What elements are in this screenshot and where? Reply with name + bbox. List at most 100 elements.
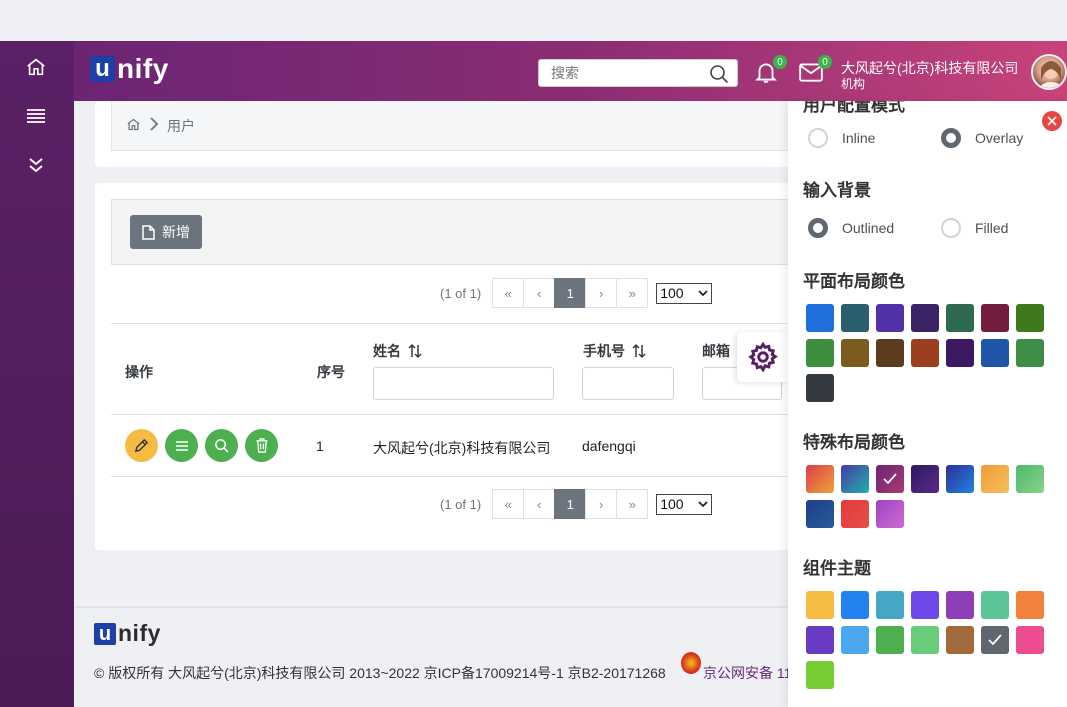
flat-color-swatch[interactable] (841, 304, 869, 332)
special-color-swatch[interactable] (981, 465, 1009, 493)
radio-button-selected[interactable] (808, 218, 828, 238)
column-header-name[interactable]: 姓名 (373, 341, 423, 361)
radio-button[interactable] (941, 218, 961, 238)
flat-color-swatch[interactable] (806, 374, 834, 402)
page-report: (1 of 1) (440, 285, 482, 301)
theme-color-swatch[interactable] (841, 591, 869, 619)
theme-color-swatch[interactable] (946, 626, 974, 654)
column-header-email[interactable]: 邮箱 (702, 341, 730, 361)
flat-color-swatch[interactable] (981, 304, 1009, 332)
column-header-phone-label: 手机号 (583, 343, 625, 359)
theme-color-swatch[interactable] (981, 591, 1009, 619)
menu-icon[interactable] (22, 102, 50, 130)
column-header-phone[interactable]: 手机号 (583, 341, 647, 361)
theme-color-swatch[interactable] (841, 626, 869, 654)
last-page-button[interactable]: » (616, 489, 649, 519)
input-bg-outlined[interactable]: Outlined (808, 218, 894, 238)
notification-badge: 0 (773, 55, 787, 69)
input-bg-filled[interactable]: Filled (941, 218, 1008, 238)
page-button[interactable]: 1 (554, 489, 587, 519)
logo[interactable]: u nify (90, 55, 169, 83)
theme-color-swatch[interactable] (911, 591, 939, 619)
flat-color-swatch[interactable] (946, 304, 974, 332)
radio-button-selected[interactable] (941, 128, 961, 148)
flat-color-swatch[interactable] (841, 339, 869, 367)
special-color-swatch[interactable] (876, 465, 904, 493)
add-button-label: 新增 (162, 224, 190, 240)
edit-button[interactable] (125, 429, 158, 462)
theme-color-swatch[interactable] (981, 626, 1009, 654)
messages-button[interactable]: 0 (798, 55, 832, 85)
sidebar (0, 41, 74, 707)
theme-color-swatch[interactable] (1016, 626, 1044, 654)
file-icon (142, 224, 155, 240)
footer-logo-text: nify (118, 620, 161, 646)
theme-color-swatch[interactable] (806, 626, 834, 654)
menu-mode-inline[interactable]: Inline (808, 128, 875, 148)
logo-text: nify (117, 53, 169, 84)
theme-color-swatch[interactable] (806, 591, 834, 619)
double-chevron-down-icon[interactable] (22, 151, 50, 179)
view-button[interactable] (205, 429, 238, 462)
delete-button[interactable] (245, 429, 278, 462)
flat-color-swatch[interactable] (1016, 304, 1044, 332)
rows-per-page-select[interactable]: 100 (656, 493, 713, 515)
logo-mark: u (90, 56, 115, 82)
last-page-button[interactable]: » (616, 278, 649, 308)
top-bar: u nify 0 0 大风起兮(北京)科技有限公司 机构 (74, 41, 1067, 101)
special-color-swatch[interactable] (841, 500, 869, 528)
notifications-button[interactable]: 0 (753, 55, 787, 85)
flat-colors-title: 平面布局颜色 (803, 272, 905, 291)
theme-color-swatch[interactable] (806, 661, 834, 689)
flat-color-swatch[interactable] (981, 339, 1009, 367)
company-info[interactable]: 大风起兮(北京)科技有限公司 机构 (841, 60, 1018, 92)
flat-color-swatch[interactable] (911, 339, 939, 367)
special-color-swatch[interactable] (946, 465, 974, 493)
theme-color-swatch[interactable] (1016, 591, 1044, 619)
special-color-swatch[interactable] (841, 465, 869, 493)
flat-color-swatch[interactable] (911, 304, 939, 332)
special-color-swatch[interactable] (806, 465, 834, 493)
prev-page-button[interactable]: ‹ (523, 489, 556, 519)
prev-page-button[interactable]: ‹ (523, 278, 556, 308)
close-panel-button[interactable] (1042, 111, 1062, 131)
search-icon[interactable] (709, 64, 729, 87)
detail-button[interactable] (165, 429, 198, 462)
first-page-button[interactable]: « (492, 489, 525, 519)
flat-color-swatch[interactable] (946, 339, 974, 367)
flat-color-swatch[interactable] (806, 304, 834, 332)
add-button[interactable]: 新增 (130, 215, 202, 249)
radio-button[interactable] (808, 128, 828, 148)
theme-color-swatch[interactable] (946, 591, 974, 619)
flat-color-swatch[interactable] (806, 339, 834, 367)
search-input[interactable] (539, 60, 699, 86)
flat-color-swatch[interactable] (876, 339, 904, 367)
rows-per-page-select[interactable]: 100 (656, 282, 713, 304)
special-color-swatch[interactable] (806, 500, 834, 528)
special-color-swatch[interactable] (876, 500, 904, 528)
theme-color-swatch[interactable] (876, 591, 904, 619)
menu-mode-title: 用户配置模式 (803, 101, 905, 115)
radio-label: Outlined (842, 220, 895, 236)
next-page-button[interactable]: › (585, 278, 618, 308)
phone-filter-input[interactable] (582, 367, 674, 400)
check-icon (988, 634, 1002, 646)
police-record-link[interactable]: 京公网安备 11 (703, 663, 791, 683)
flat-color-swatch[interactable] (876, 304, 904, 332)
special-color-swatch[interactable] (1016, 465, 1044, 493)
breadcrumb-current: 用户 (167, 117, 195, 134)
page-button[interactable]: 1 (554, 278, 587, 308)
police-badge-icon (681, 652, 701, 674)
flat-color-swatch[interactable] (1016, 339, 1044, 367)
home-icon[interactable] (22, 53, 50, 81)
avatar[interactable] (1031, 54, 1067, 90)
next-page-button[interactable]: › (585, 489, 618, 519)
first-page-button[interactable]: « (492, 278, 525, 308)
name-filter-input[interactable] (373, 367, 554, 400)
home-icon[interactable] (126, 117, 141, 135)
settings-toggle[interactable] (737, 332, 789, 382)
special-color-swatch[interactable] (911, 465, 939, 493)
menu-mode-overlay[interactable]: Overlay (941, 128, 1023, 148)
theme-color-swatch[interactable] (876, 626, 904, 654)
theme-color-swatch[interactable] (911, 626, 939, 654)
